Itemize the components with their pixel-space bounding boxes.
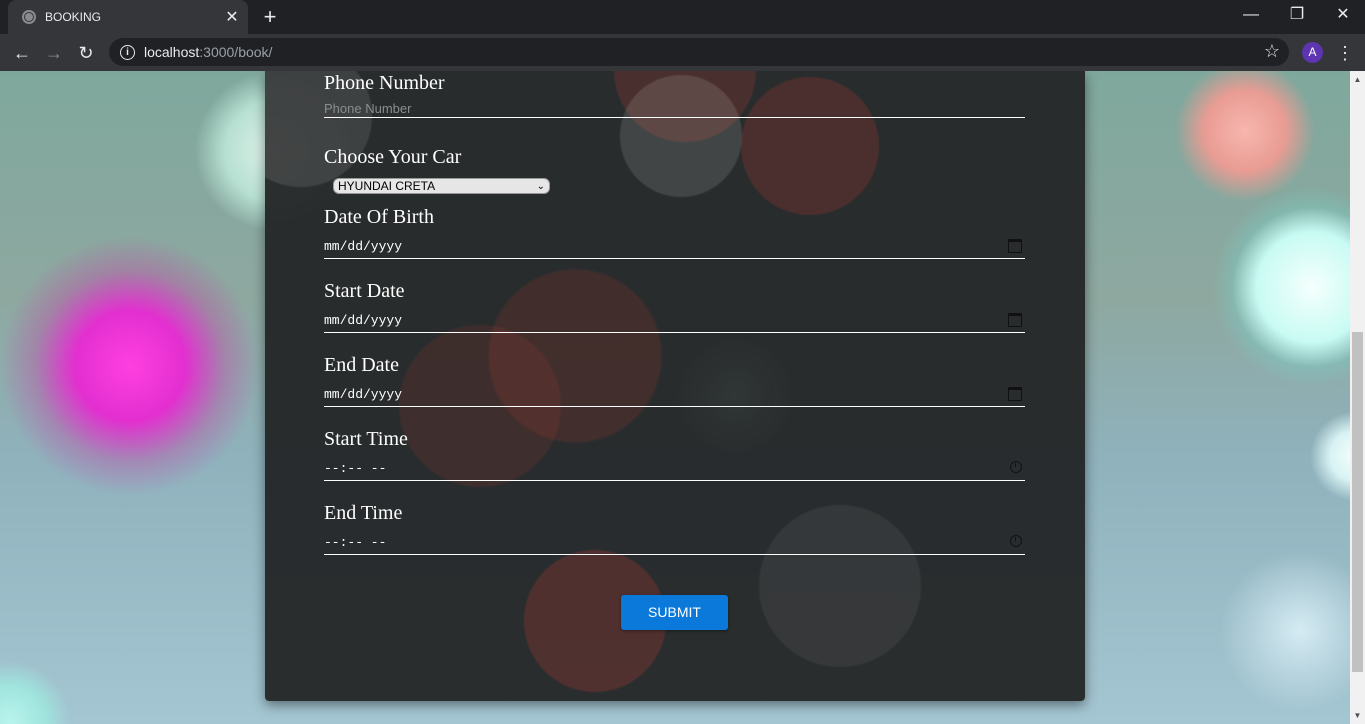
start-time-input[interactable]: --:-- -- [324, 451, 1025, 481]
clock-icon[interactable] [1010, 461, 1022, 473]
browser-toolbar: ← → ↻ i localhost:3000/book/ ☆ A ⋮ [0, 34, 1365, 71]
phone-number-placeholder: Phone Number [324, 101, 412, 116]
dob-label: Date Of Birth [324, 206, 434, 228]
car-select[interactable]: HYUNDAI CRETA ⌄ [333, 178, 550, 194]
car-select-value: HYUNDAI CRETA [338, 179, 436, 193]
start-time-value: --:-- -- [324, 461, 387, 476]
clock-icon[interactable] [1010, 535, 1022, 547]
start-date-input[interactable]: mm/dd/yyyy [324, 303, 1025, 333]
browser-tab-strip: BOOKING ✕ + — ❐ ✕ [0, 0, 1365, 34]
chevron-down-icon: ⌄ [536, 180, 545, 192]
dob-value: mm/dd/yyyy [324, 239, 403, 254]
scroll-up-icon[interactable]: ▲ [1350, 71, 1365, 88]
restore-icon[interactable]: ❐ [1274, 0, 1320, 32]
phone-number-input[interactable]: Phone Number [324, 95, 1025, 118]
dob-field: Date Of Birth mm/dd/yyyy [324, 205, 1025, 259]
calendar-icon[interactable] [1008, 313, 1022, 327]
plus-icon[interactable]: + [258, 4, 282, 30]
browser-tab[interactable]: BOOKING ✕ [8, 0, 248, 34]
end-date-input[interactable]: mm/dd/yyyy [324, 377, 1025, 407]
start-date-value: mm/dd/yyyy [324, 313, 403, 328]
minimize-icon[interactable]: — [1228, 0, 1274, 32]
end-time-value: --:-- -- [324, 535, 387, 550]
star-icon[interactable]: ☆ [1264, 41, 1280, 62]
forward-icon[interactable]: → [41, 40, 67, 66]
end-time-label: End Time [324, 502, 403, 524]
end-date-value: mm/dd/yyyy [324, 387, 403, 402]
address-bar[interactable]: i localhost:3000/book/ ☆ [109, 38, 1289, 66]
page-background: Phone Number Phone Number Choose Your Ca… [0, 71, 1350, 724]
avatar[interactable]: A [1302, 42, 1323, 63]
phone-number-field: Phone Number Phone Number [324, 71, 1025, 118]
globe-icon [22, 10, 36, 24]
start-time-field: Start Time --:-- -- [324, 427, 1025, 481]
reload-icon[interactable]: ↻ [73, 40, 99, 66]
start-date-field: Start Date mm/dd/yyyy [324, 279, 1025, 333]
close-icon[interactable]: ✕ [224, 7, 240, 27]
menu-icon[interactable]: ⋮ [1336, 40, 1354, 66]
url-host: localhost [144, 44, 200, 60]
phone-number-label: Phone Number [324, 72, 445, 94]
end-time-input[interactable]: --:-- -- [324, 525, 1025, 555]
back-icon[interactable]: ← [9, 40, 35, 66]
calendar-icon[interactable] [1008, 239, 1022, 253]
window-close-icon[interactable]: ✕ [1320, 0, 1365, 32]
tab-title: BOOKING [45, 10, 102, 24]
scroll-down-icon[interactable]: ▼ [1350, 707, 1365, 724]
start-time-label: Start Time [324, 428, 408, 450]
booking-form: Phone Number Phone Number Choose Your Ca… [265, 71, 1085, 701]
submit-button[interactable]: SUBMIT [621, 595, 728, 630]
end-time-field: End Time --:-- -- [324, 501, 1025, 555]
car-label: Choose Your Car [324, 146, 462, 168]
start-date-label: Start Date [324, 280, 405, 302]
calendar-icon[interactable] [1008, 387, 1022, 401]
dob-input[interactable]: mm/dd/yyyy [324, 229, 1025, 259]
url-path: :3000/book/ [199, 44, 273, 60]
car-field: Choose Your Car [324, 145, 1025, 169]
end-date-label: End Date [324, 354, 399, 376]
info-icon[interactable]: i [120, 44, 135, 60]
end-date-field: End Date mm/dd/yyyy [324, 353, 1025, 407]
scrollbar-thumb[interactable] [1352, 332, 1363, 672]
